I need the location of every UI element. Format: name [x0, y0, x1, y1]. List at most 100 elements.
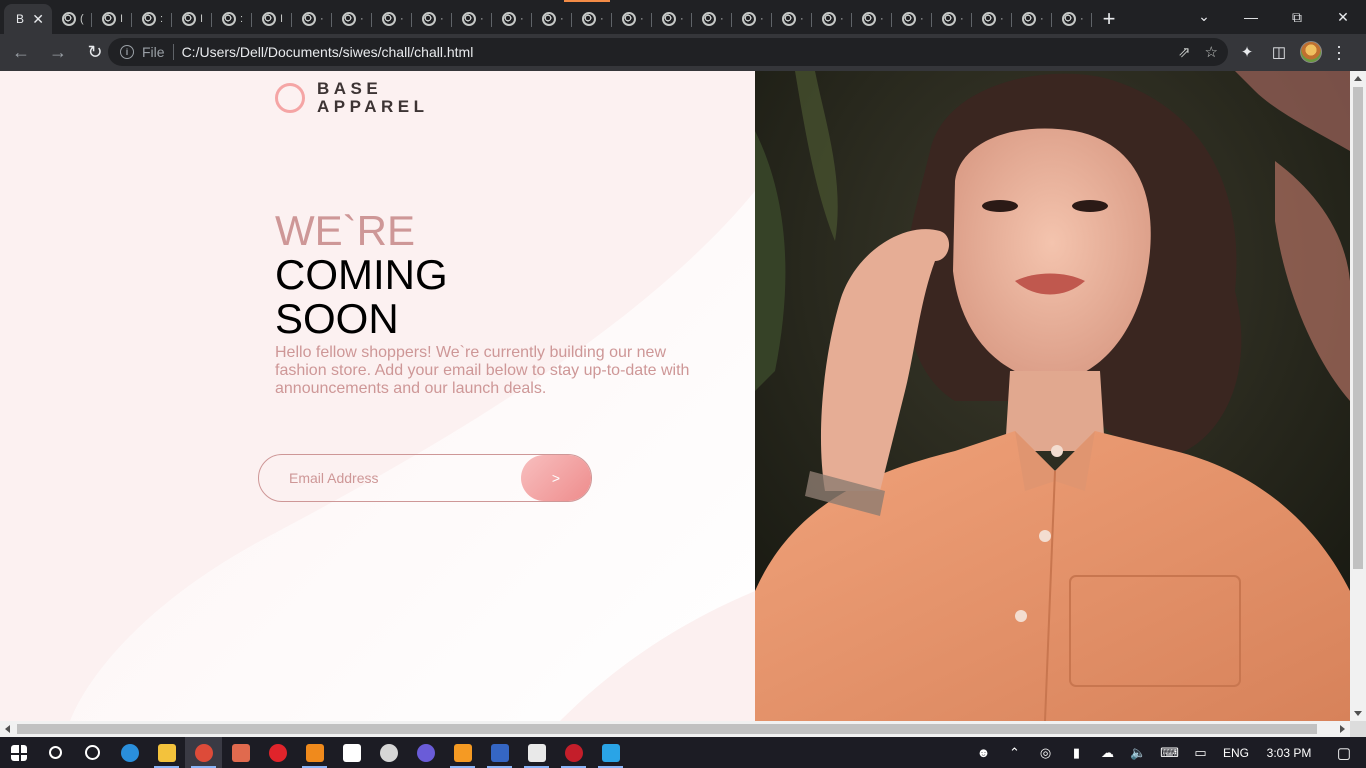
- tab-search-icon[interactable]: ⌄: [1190, 4, 1218, 28]
- word-taskbar-button[interactable]: [481, 737, 518, 768]
- scrollbar-corner: [1350, 721, 1366, 737]
- browser-tab[interactable]: I: [252, 4, 292, 34]
- vertical-scrollbar[interactable]: [1350, 71, 1366, 721]
- browser-tab[interactable]: ·: [652, 4, 692, 34]
- info-icon[interactable]: i: [120, 45, 134, 59]
- tab-title: ·: [1080, 13, 1084, 25]
- submit-button[interactable]: >: [521, 455, 591, 501]
- browser-tab[interactable]: ·: [932, 4, 972, 34]
- search-taskbar-button[interactable]: [37, 737, 74, 768]
- browser-tab[interactable]: ·: [772, 4, 812, 34]
- globe-icon: [902, 12, 916, 26]
- tab-title: ·: [760, 13, 764, 25]
- profile-avatar[interactable]: [1300, 41, 1322, 63]
- brand-logo[interactable]: BASE APPAREL: [275, 80, 428, 116]
- active-tab[interactable]: B ✕: [4, 4, 52, 34]
- bookmark-star-icon[interactable]: ☆: [1205, 43, 1218, 61]
- globe-icon: [782, 12, 796, 26]
- cortana-taskbar-button[interactable]: [74, 737, 111, 768]
- photos-taskbar-button[interactable]: [518, 737, 555, 768]
- restore-button[interactable]: ⧉: [1274, 2, 1320, 32]
- horizontal-scrollbar[interactable]: [0, 721, 1350, 737]
- browser-tab[interactable]: ·: [612, 4, 652, 34]
- extensions-icon[interactable]: ✦: [1236, 37, 1258, 67]
- browser-tab[interactable]: :: [212, 4, 252, 34]
- browser-tab[interactable]: (: [52, 4, 92, 34]
- scroll-up-arrow-icon[interactable]: [1354, 76, 1362, 81]
- keyboard-icon[interactable]: ⌨: [1154, 745, 1185, 761]
- browser-tab[interactable]: ·: [492, 4, 532, 34]
- chevron-up-icon[interactable]: ⌃: [999, 745, 1030, 761]
- onedrive-icon[interactable]: ☁: [1092, 745, 1123, 761]
- vlc-taskbar-button[interactable]: [296, 737, 333, 768]
- windows-start-taskbar-button[interactable]: [0, 737, 37, 768]
- intellij-taskbar-button[interactable]: [592, 737, 629, 768]
- horizontal-scroll-thumb[interactable]: [17, 724, 1317, 734]
- tablet-mode-icon[interactable]: ▭: [1185, 745, 1216, 761]
- browser-tab[interactable]: ·: [572, 4, 612, 34]
- browser-tab[interactable]: ·: [972, 4, 1012, 34]
- search-icon: [49, 746, 62, 759]
- browser-tab[interactable]: ·: [292, 4, 332, 34]
- browser-tab[interactable]: ·: [812, 4, 852, 34]
- taskbar-clock[interactable]: 3:03 PM: [1256, 746, 1322, 760]
- scroll-left-arrow-icon[interactable]: [5, 725, 10, 733]
- browser-tab[interactable]: I: [172, 4, 212, 34]
- tab-title: ·: [960, 13, 964, 25]
- notification-center-icon[interactable]: ▢: [1322, 737, 1366, 768]
- tab-title: I: [120, 13, 124, 25]
- battery-icon[interactable]: ▮: [1061, 745, 1092, 761]
- globe-icon: [302, 12, 316, 26]
- paint-taskbar-button[interactable]: [222, 737, 259, 768]
- close-window-button[interactable]: ✕: [1320, 2, 1366, 32]
- globe-icon: [262, 12, 276, 26]
- forward-button[interactable]: →: [42, 37, 74, 69]
- language-indicator[interactable]: ENG: [1216, 746, 1256, 760]
- people-tray-icon[interactable]: ☻: [968, 745, 999, 760]
- tab-title: I: [280, 13, 284, 25]
- browser-tab[interactable]: :: [132, 4, 172, 34]
- browser-tab[interactable]: ·: [732, 4, 772, 34]
- side-panel-icon[interactable]: ◫: [1268, 37, 1290, 67]
- chrome-taskbar-button[interactable]: [185, 737, 222, 768]
- browser-tab[interactable]: ·: [332, 4, 372, 34]
- page-headline: WE`RE COMING SOON: [275, 209, 448, 341]
- sublime-taskbar-button[interactable]: [444, 737, 481, 768]
- browser-tab[interactable]: ·: [692, 4, 732, 34]
- menu-icon[interactable]: · · ·: [1332, 37, 1346, 67]
- scroll-right-arrow-icon[interactable]: [1340, 725, 1345, 733]
- browser-tab[interactable]: ·: [372, 4, 412, 34]
- media-taskbar-button[interactable]: [370, 737, 407, 768]
- email-input[interactable]: [289, 470, 539, 486]
- edge-taskbar-button[interactable]: [111, 737, 148, 768]
- tab-title: ·: [680, 13, 684, 25]
- browser-tab[interactable]: I: [92, 4, 132, 34]
- back-button[interactable]: ←: [5, 37, 37, 69]
- network-globe-icon[interactable]: ◎: [1030, 745, 1061, 761]
- new-tab-button[interactable]: +: [1094, 4, 1124, 34]
- scroll-down-arrow-icon[interactable]: [1354, 711, 1362, 716]
- browser-tab[interactable]: ·: [412, 4, 452, 34]
- tab-title: ·: [560, 13, 564, 25]
- people-taskbar-button[interactable]: [333, 737, 370, 768]
- url-text[interactable]: C:/Users/Dell/Documents/siwes/chall/chal…: [182, 44, 474, 60]
- opera-taskbar-button[interactable]: [259, 737, 296, 768]
- reload-button[interactable]: ↻: [79, 37, 111, 69]
- address-bar[interactable]: i File C:/Users/Dell/Documents/siwes/cha…: [108, 38, 1228, 66]
- share-icon[interactable]: ⇗: [1178, 43, 1191, 61]
- recorder-taskbar-button[interactable]: [555, 737, 592, 768]
- browser-tab[interactable]: ·: [852, 4, 892, 34]
- vertical-scroll-thumb[interactable]: [1353, 87, 1363, 569]
- globe-icon: [542, 12, 556, 26]
- volume-icon[interactable]: 🔈: [1123, 745, 1154, 761]
- close-tab-icon[interactable]: ✕: [32, 11, 44, 28]
- taskbar-apps: [0, 737, 629, 768]
- firefox-taskbar-button[interactable]: [407, 737, 444, 768]
- browser-tab[interactable]: ·: [532, 4, 572, 34]
- browser-tab[interactable]: ·: [452, 4, 492, 34]
- file-explorer-taskbar-button[interactable]: [148, 737, 185, 768]
- browser-tab[interactable]: ·: [892, 4, 932, 34]
- browser-tab[interactable]: ·: [1052, 4, 1092, 34]
- minimize-button[interactable]: —: [1228, 2, 1274, 32]
- browser-tab[interactable]: ·: [1012, 4, 1052, 34]
